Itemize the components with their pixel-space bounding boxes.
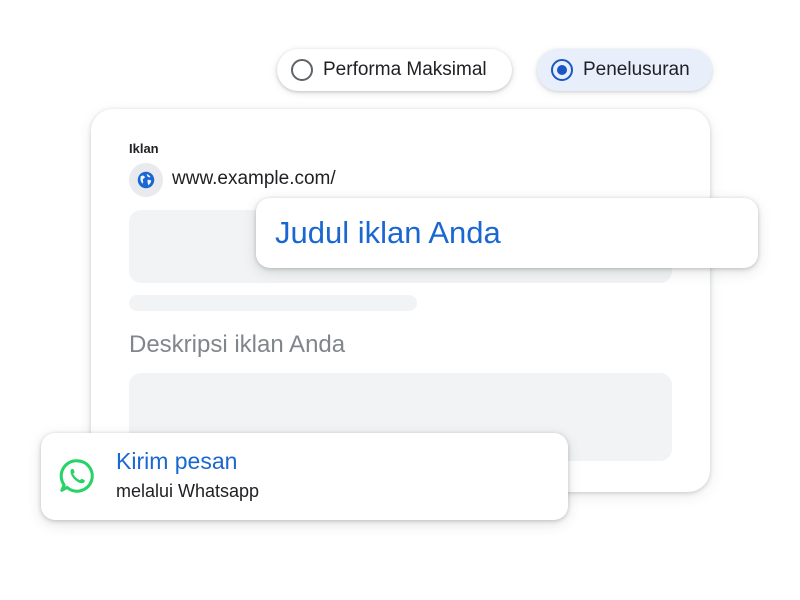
headline-card: Judul iklan Anda (256, 198, 758, 268)
whatsapp-icon (58, 457, 96, 495)
display-url: www.example.com/ (172, 168, 336, 189)
radio-option-performa-maksimal[interactable]: Performa Maksimal (277, 49, 512, 91)
message-extension-card[interactable] (41, 433, 568, 520)
radio-option-label: Performa Maksimal (323, 59, 487, 80)
radio-option-label: Penelusuran (583, 59, 690, 80)
radio-selected-icon[interactable] (551, 59, 573, 81)
message-title: Kirim pesan (116, 448, 238, 474)
globe-icon (129, 163, 163, 197)
ad-label: Iklan (129, 141, 159, 156)
ad-description: Deskripsi iklan Anda (129, 331, 346, 358)
text-line-placeholder (129, 295, 417, 311)
ad-headline: Judul iklan Anda (275, 215, 501, 250)
radio-option-penelusuran[interactable]: Penelusuran (537, 49, 712, 91)
radio-unselected-icon[interactable] (291, 59, 313, 81)
ad-preview-stage: Performa Maksimal Penelusuran Iklan www.… (0, 0, 800, 600)
message-subtitle: melalui Whatsapp (116, 481, 260, 501)
